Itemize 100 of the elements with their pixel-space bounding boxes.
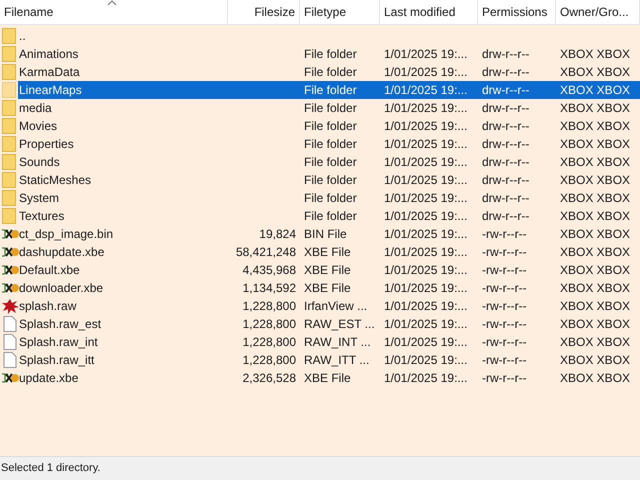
modified-date: 1/01/2025 19:... (384, 82, 468, 99)
file-type: RAW_EST ... (304, 316, 375, 333)
file-row[interactable]: update.xbe 2,326,528 XBE File 1/01/2025 19:... -rw-r--r-- XBOX XBOX (18, 369, 640, 387)
permissions: -rw-r--r-- (482, 226, 527, 243)
file-row[interactable]: Properties File folder 1/01/2025 19:... drw-r--r-- XBOX XBOX (18, 135, 640, 153)
file-name: .. (18, 29, 26, 43)
file-row[interactable]: dashupdate.xbe 58,421,248 XBE File 1/01/2025 19:... -rw-r--r-- XBOX XBOX (18, 243, 640, 261)
folder-icon (2, 154, 19, 170)
folder-icon (2, 28, 19, 44)
column-header[interactable]: Filetype (300, 0, 380, 24)
file-row[interactable]: ct_dsp_image.bin 19,824 BIN File 1/01/2025 19:... -rw-r--r-- XBOX XBOX (18, 225, 640, 243)
permissions: drw-r--r-- (482, 64, 530, 81)
file-type: RAW_INT ... (304, 334, 371, 351)
permissions: drw-r--r-- (482, 46, 530, 63)
file-row[interactable]: downloader.xbe 1,134,592 XBE File 1/01/2025 19:... -rw-r--r-- XBOX XBOX (18, 279, 640, 297)
owner-group: XBOX XBOX (560, 279, 630, 297)
file-row[interactable]: System File folder 1/01/2025 19:... drw-r--r-- XBOX XBOX (18, 189, 640, 207)
file-row[interactable]: LinearMaps File folder 1/01/2025 19:... drw-r--r-- XBOX XBOX (18, 81, 640, 99)
file-type: XBE File (304, 280, 351, 297)
file-type: IrfanView ... (304, 298, 368, 315)
owner-group: XBOX XBOX (560, 261, 630, 279)
owner-group: XBOX XBOX (560, 45, 630, 63)
modified-date: 1/01/2025 19:... (384, 334, 468, 351)
file-row[interactable]: Movies File folder 1/01/2025 19:... drw-r--r-- XBOX XBOX (18, 117, 640, 135)
permissions: drw-r--r-- (482, 190, 530, 207)
file-type: RAW_ITT ... (304, 352, 370, 369)
modified-date: 1/01/2025 19:... (384, 352, 468, 369)
file-row[interactable]: Textures File folder 1/01/2025 19:... drw-r--r-- XBOX XBOX (18, 207, 640, 225)
file-row[interactable]: Animations File folder 1/01/2025 19:... drw-r--r-- XBOX XBOX (18, 45, 640, 63)
owner-group: XBOX XBOX (560, 117, 630, 135)
file-name: StaticMeshes (18, 173, 92, 187)
file-type: File folder (304, 100, 357, 117)
file-row[interactable]: splash.raw 1,228,800 IrfanView ... 1/01/2025 19:... -rw-r--r-- XBOX XBOX (18, 297, 640, 315)
modified-date: 1/01/2025 19:... (384, 298, 468, 315)
permissions: drw-r--r-- (482, 172, 530, 189)
file-row[interactable]: Splash.raw_itt 1,228,800 RAW_ITT ... 1/01/2025 19:... -rw-r--r-- XBOX XBOX (18, 351, 640, 369)
file-type: File folder (304, 118, 357, 135)
owner-group: XBOX XBOX (560, 297, 630, 315)
file-size: 1,228,800 (242, 316, 296, 333)
file-type: File folder (304, 46, 357, 63)
column-header[interactable]: Permissions (478, 0, 556, 24)
file-type: XBE File (304, 370, 351, 387)
modified-date: 1/01/2025 19:... (384, 280, 468, 297)
file-name: Animations (18, 47, 78, 61)
file-name: downloader.xbe (18, 281, 104, 295)
modified-date: 1/01/2025 19:... (384, 244, 468, 261)
owner-group: XBOX XBOX (560, 171, 630, 189)
permissions: -rw-r--r-- (482, 334, 527, 351)
modified-date: 1/01/2025 19:... (384, 208, 468, 225)
permissions: -rw-r--r-- (482, 352, 527, 369)
column-header[interactable]: Filename (0, 0, 228, 24)
modified-date: 1/01/2025 19:... (384, 226, 468, 243)
file-row[interactable]: Splash.raw_int 1,228,800 RAW_INT ... 1/01/2025 19:... -rw-r--r-- XBOX XBOX (18, 333, 640, 351)
modified-date: 1/01/2025 19:... (384, 100, 468, 117)
file-name: Splash.raw_int (18, 335, 98, 349)
file-row[interactable]: StaticMeshes File folder 1/01/2025 19:... drw-r--r-- XBOX XBOX (18, 171, 640, 189)
column-header[interactable]: Last modified (380, 0, 478, 24)
modified-date: 1/01/2025 19:... (384, 262, 468, 279)
file-row[interactable]: media File folder 1/01/2025 19:... drw-r--r-- XBOX XBOX (18, 99, 640, 117)
owner-group: XBOX XBOX (560, 135, 630, 153)
file-row[interactable]: .. (18, 27, 640, 45)
modified-date: 1/01/2025 19:... (384, 136, 468, 153)
owner-group: XBOX XBOX (560, 315, 630, 333)
permissions: drw-r--r-- (482, 154, 530, 171)
file-row[interactable]: KarmaData File folder 1/01/2025 19:... drw-r--r-- XBOX XBOX (18, 63, 640, 81)
folder-icon (2, 100, 19, 116)
permissions: drw-r--r-- (482, 118, 530, 135)
status-bar: Selected 1 directory. (0, 456, 640, 480)
modified-date: 1/01/2025 19:... (384, 190, 468, 207)
file-name: Sounds (18, 155, 60, 169)
folder-icon (2, 64, 19, 80)
file-row[interactable]: Sounds File folder 1/01/2025 19:... drw-r--r-- XBOX XBOX (18, 153, 640, 171)
folder-icon (2, 46, 19, 62)
column-header[interactable]: Owner/Gro... (556, 0, 640, 24)
folder-icon (2, 172, 19, 188)
modified-date: 1/01/2025 19:... (384, 316, 468, 333)
folder-icon (2, 208, 19, 224)
file-size: 1,228,800 (242, 334, 296, 351)
splat-icon (2, 298, 19, 314)
permissions: drw-r--r-- (482, 100, 530, 117)
file-name: Splash.raw_est (18, 317, 102, 331)
permissions: -rw-r--r-- (482, 370, 527, 387)
owner-group: XBOX XBOX (560, 207, 630, 225)
file-type: File folder (304, 64, 357, 81)
permissions: drw-r--r-- (482, 208, 530, 225)
file-row[interactable]: Splash.raw_est 1,228,800 RAW_EST ... 1/01/2025 19:... -rw-r--r-- XBOX XBOX (18, 315, 640, 333)
modified-date: 1/01/2025 19:... (384, 64, 468, 81)
file-size: 1,228,800 (242, 352, 296, 369)
file-type: File folder (304, 82, 357, 99)
owner-group: XBOX XBOX (560, 81, 630, 99)
owner-group: XBOX XBOX (560, 333, 630, 351)
file-size: 19,824 (259, 226, 296, 243)
column-header[interactable]: Filesize (228, 0, 300, 24)
permissions: -rw-r--r-- (482, 244, 527, 261)
modified-date: 1/01/2025 19:... (384, 118, 468, 135)
file-type: XBE File (304, 262, 351, 279)
document-icon (2, 352, 19, 368)
owner-group: XBOX XBOX (560, 369, 630, 387)
owner-group: XBOX XBOX (560, 99, 630, 117)
file-row[interactable]: Default.xbe 4,435,968 XBE File 1/01/2025 19:... -rw-r--r-- XBOX XBOX (18, 261, 640, 279)
